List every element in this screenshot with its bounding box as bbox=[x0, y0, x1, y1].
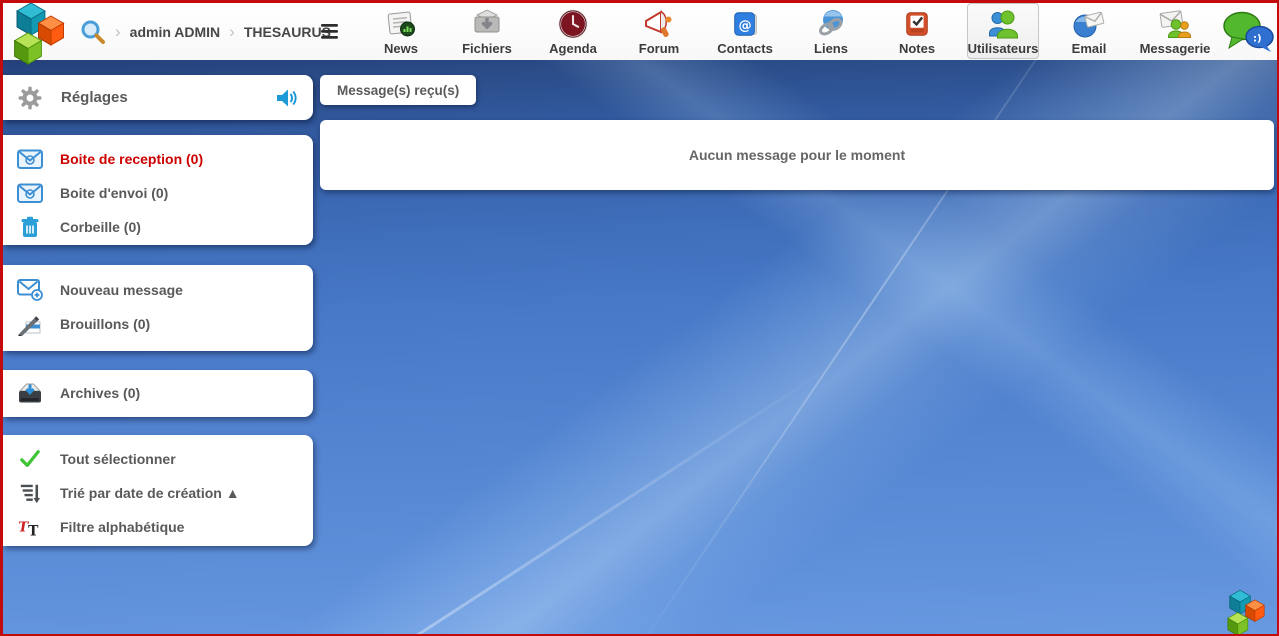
sidebar-item-new-message[interactable]: Nouveau message bbox=[3, 273, 313, 307]
drafts-pen-icon bbox=[17, 312, 43, 336]
contacts-icon: @ bbox=[730, 8, 760, 40]
nav-item-notes[interactable]: Notes bbox=[881, 3, 953, 59]
links-icon bbox=[815, 8, 847, 40]
nav-label: News bbox=[384, 41, 418, 56]
messaging-icon bbox=[1158, 8, 1192, 40]
sort-lines-icon bbox=[17, 482, 43, 504]
agenda-icon bbox=[558, 8, 588, 40]
speaker-icon[interactable] bbox=[275, 86, 299, 110]
breadcrumb-user[interactable]: admin ADMIN bbox=[130, 24, 220, 40]
notes-icon bbox=[902, 8, 932, 40]
sidebar-item-label: Tout sélectionner bbox=[60, 451, 176, 467]
nav-item-agenda[interactable]: Agenda bbox=[537, 3, 609, 59]
nav-item-messagerie[interactable]: Messagerie bbox=[1139, 3, 1211, 59]
nav-label: Liens bbox=[814, 41, 848, 56]
settings-panel[interactable]: Réglages bbox=[3, 75, 313, 120]
green-check-icon bbox=[17, 449, 43, 469]
sidebar-item-label: Archives (0) bbox=[60, 385, 140, 401]
nav-item-email[interactable]: Email bbox=[1053, 3, 1125, 59]
archive-box-icon bbox=[17, 381, 43, 405]
sidebar-item-label: Corbeille (0) bbox=[60, 219, 141, 235]
nav-item-liens[interactable]: Liens bbox=[795, 3, 867, 59]
sidebar-item-label: Boite d'envoi (0) bbox=[60, 185, 168, 201]
nav-item-contacts[interactable]: @ Contacts bbox=[709, 3, 781, 59]
nav-label: Email bbox=[1072, 41, 1107, 56]
forum-icon bbox=[643, 8, 675, 40]
users-icon bbox=[987, 8, 1019, 40]
nav-label: Utilisateurs bbox=[968, 41, 1039, 56]
nav-label: Agenda bbox=[549, 41, 597, 56]
new-message-icon bbox=[17, 279, 43, 301]
empty-message-text: Aucun message pour le moment bbox=[689, 147, 905, 163]
menu-hamburger-icon[interactable] bbox=[321, 24, 338, 39]
sidebar-item-archives[interactable]: Archives (0) bbox=[3, 376, 313, 410]
module-nav: News Fichiers bbox=[365, 3, 1211, 60]
nav-item-fichiers[interactable]: Fichiers bbox=[451, 3, 523, 59]
sidebar-item-alpha-filter[interactable]: T T Filtre alphabétique bbox=[3, 510, 313, 544]
sidebar-item-label: Boite de reception (0) bbox=[60, 151, 203, 167]
tab-label: Message(s) reçu(s) bbox=[337, 83, 459, 98]
trash-icon bbox=[17, 216, 43, 238]
gear-icon bbox=[17, 85, 43, 111]
chat-bubbles-icon[interactable]: :) bbox=[1221, 10, 1275, 53]
nav-label: Notes bbox=[899, 41, 935, 56]
breadcrumb-chevron-icon: › bbox=[229, 22, 235, 42]
archives-panel: Archives (0) bbox=[3, 370, 313, 417]
alpha-filter-icon: T T bbox=[17, 516, 43, 538]
nav-item-utilisateurs[interactable]: Utilisateurs bbox=[967, 3, 1039, 59]
breadcrumb-space[interactable]: THESAURUS bbox=[244, 24, 331, 40]
sidebar-item-label: Trié par date de création ▲ bbox=[60, 485, 240, 501]
settings-label: Réglages bbox=[61, 89, 128, 106]
breadcrumb-chevron-icon: › bbox=[115, 22, 121, 42]
outbox-envelope-icon bbox=[17, 183, 43, 204]
sidebar-item-drafts[interactable]: Brouillons (0) bbox=[3, 307, 313, 341]
message-list-empty-panel: Aucun message pour le moment bbox=[320, 120, 1274, 190]
svg-text:@: @ bbox=[738, 19, 751, 34]
nav-item-news[interactable]: News bbox=[365, 3, 437, 59]
header: › admin ADMIN › THESAURUS New bbox=[3, 3, 1277, 60]
selection-tools-panel: Tout sélectionner Trié par date de créat… bbox=[3, 435, 313, 546]
sidebar-item-inbox[interactable]: Boite de reception (0) bbox=[3, 142, 313, 176]
sidebar-item-sort-by-date[interactable]: Trié par date de création ▲ bbox=[3, 476, 313, 510]
nav-label: Messagerie bbox=[1140, 41, 1211, 56]
email-icon bbox=[1072, 8, 1106, 40]
breadcrumb: › admin ADMIN › THESAURUS bbox=[115, 22, 331, 42]
folders-panel: Boite de reception (0) Boite d'envoi (0) bbox=[3, 135, 313, 245]
watermark-logo-icon bbox=[1220, 588, 1272, 634]
nav-label: Fichiers bbox=[462, 41, 512, 56]
svg-text::): :) bbox=[1253, 34, 1262, 45]
search-icon[interactable] bbox=[79, 18, 107, 46]
sidebar-item-trash[interactable]: Corbeille (0) bbox=[3, 210, 313, 244]
sidebar-item-label: Nouveau message bbox=[60, 282, 183, 298]
nav-label: Forum bbox=[639, 41, 679, 56]
compose-panel: Nouveau message Brouillons (0) bbox=[3, 265, 313, 351]
tab-messages-recus[interactable]: Message(s) reçu(s) bbox=[320, 75, 476, 105]
news-icon bbox=[385, 8, 417, 40]
nav-label: Contacts bbox=[717, 41, 773, 56]
sidebar-item-select-all[interactable]: Tout sélectionner bbox=[3, 442, 313, 476]
svg-text:T: T bbox=[28, 523, 39, 538]
files-icon bbox=[471, 8, 503, 40]
sidebar-item-outbox[interactable]: Boite d'envoi (0) bbox=[3, 176, 313, 210]
inbox-envelope-icon bbox=[17, 149, 43, 170]
nav-item-forum[interactable]: Forum bbox=[623, 3, 695, 59]
sidebar-item-label: Brouillons (0) bbox=[60, 316, 150, 332]
sidebar-item-label: Filtre alphabétique bbox=[60, 519, 184, 535]
app-window: › admin ADMIN › THESAURUS New bbox=[0, 0, 1279, 636]
app-logo-icon[interactable] bbox=[4, 1, 74, 69]
